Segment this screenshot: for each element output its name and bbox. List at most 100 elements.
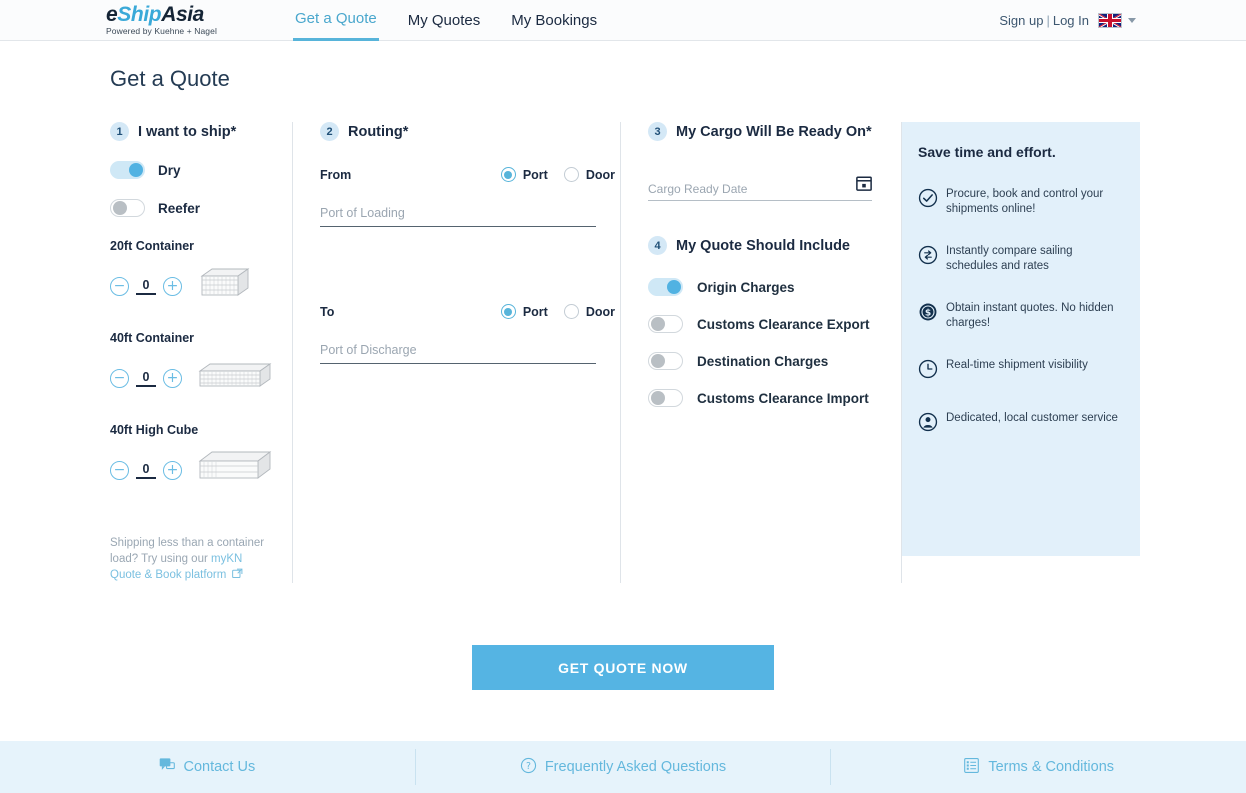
svg-text:$: $: [925, 309, 931, 319]
from-radio-group: Port Door: [500, 167, 615, 182]
nav-get-a-quote[interactable]: Get a Quote: [293, 0, 379, 41]
from-port-radio[interactable]: [500, 167, 516, 182]
check-circle-icon: [918, 188, 938, 213]
footer-link-faq[interactable]: ? Frequently Asked Questions: [416, 749, 831, 785]
from-door-option[interactable]: Door: [563, 167, 615, 182]
to-port-radio[interactable]: [500, 304, 516, 319]
benefits-title: Save time and effort.: [918, 144, 1056, 160]
step4-number: 4: [648, 236, 667, 255]
from-door-radio[interactable]: [563, 167, 579, 182]
toggle-dry[interactable]: [110, 161, 145, 179]
from-port-label: Port: [522, 167, 548, 182]
port-of-loading-input[interactable]: Port of Loading: [320, 204, 596, 227]
logo-suffix: Asia: [161, 2, 204, 26]
quantity-40ft-hc-input[interactable]: 0: [136, 462, 156, 479]
brand-logo[interactable]: eShipAsia Powered by Kuehne + Nagel: [106, 2, 286, 36]
sign-up-link[interactable]: Sign up: [999, 13, 1043, 28]
decrement-20ft-button[interactable]: −: [110, 276, 129, 296]
to-door-label: Door: [585, 304, 615, 319]
page-footer: Contact Us ? Frequently Asked Questions: [0, 741, 1246, 793]
footer-link-label: Frequently Asked Questions: [544, 759, 727, 775]
section-routing: 2 Routing* From Port Door Port of Loadin…: [293, 122, 621, 583]
question-circle-icon: ?: [520, 757, 537, 778]
log-in-link[interactable]: Log In: [1053, 13, 1089, 28]
port-of-loading-placeholder: Port of Loading: [320, 206, 405, 220]
nav-my-bookings[interactable]: My Bookings: [509, 0, 599, 41]
page-title: Get a Quote: [110, 66, 230, 91]
toggle-row-customs-clearance-import[interactable]: Customs Clearance Import: [648, 389, 901, 407]
uk-flag-icon[interactable]: [1098, 13, 1122, 28]
stepper-40ft: − 0 +: [110, 368, 182, 388]
stepper-20ft: − 0 +: [110, 276, 182, 296]
dollar-circle-icon: $: [918, 302, 938, 327]
external-link-icon: [226, 568, 242, 581]
container-40ft-icon: [196, 356, 274, 401]
header-account-area: Sign up | Log In: [999, 0, 1136, 41]
top-header: eShipAsia Powered by Kuehne + Nagel Get …: [0, 0, 1246, 41]
port-of-discharge-input[interactable]: Port of Discharge: [320, 341, 596, 364]
quote-include-toggles: Origin Charges Customs Clearance Export …: [648, 278, 901, 407]
quantity-20ft-input[interactable]: 0: [136, 278, 156, 295]
container-block-40ft: 40ft Container − 0 +: [110, 331, 274, 401]
nav-my-quotes[interactable]: My Quotes: [406, 0, 483, 41]
lcl-note: Shipping less than a container load? Try…: [110, 535, 270, 583]
from-label: From: [320, 167, 352, 182]
toggle-reefer-label: Reefer: [158, 200, 201, 216]
auth-separator: |: [1046, 13, 1050, 28]
toggle-customs-clearance-export[interactable]: [648, 315, 683, 333]
increment-20ft-button[interactable]: +: [163, 276, 182, 296]
step4-header: 4 My Quote Should Include: [648, 236, 901, 255]
toggle-customs-clearance-export-label: Customs Clearance Export: [697, 316, 870, 332]
logo-wordmark: eShipAsia: [106, 2, 286, 26]
decrement-40ft-button[interactable]: −: [110, 368, 129, 388]
document-list-icon: [963, 757, 980, 778]
benefit-item: Procure, book and control your shipments…: [918, 187, 1122, 217]
benefit-item: Real-time shipment visibility: [918, 358, 1122, 384]
container-40ft-label: 40ft Container: [110, 331, 195, 345]
toggle-customs-clearance-import[interactable]: [648, 389, 683, 407]
toggle-row-destination-charges[interactable]: Destination Charges: [648, 352, 901, 370]
toggle-row-origin-charges[interactable]: Origin Charges: [648, 278, 901, 296]
increment-40ft-hc-button[interactable]: +: [163, 460, 182, 480]
toggle-destination-charges[interactable]: [648, 352, 683, 370]
to-door-radio[interactable]: [563, 304, 579, 319]
to-label: To: [320, 304, 335, 319]
get-quote-now-button[interactable]: GET QUOTE NOW: [472, 645, 774, 690]
page-body: Get a Quote RESET ALL FIELDS 1 I want to…: [0, 66, 1246, 690]
step1-header: 1 I want to ship*: [110, 122, 274, 141]
toggle-origin-charges[interactable]: [648, 278, 683, 296]
footer-link-label: Terms & Conditions: [988, 759, 1115, 775]
toggle-origin-charges-label: Origin Charges: [697, 279, 795, 295]
footer-link-contact-us[interactable]: Contact Us: [0, 749, 415, 785]
to-door-option[interactable]: Door: [563, 304, 615, 319]
decrement-40ft-hc-button[interactable]: −: [110, 460, 129, 480]
toggle-row-reefer[interactable]: Reefer: [110, 199, 274, 217]
step1-title: I want to ship*: [138, 123, 237, 140]
toggle-customs-clearance-import-label: Customs Clearance Import: [697, 390, 869, 406]
step1-number: 1: [110, 122, 129, 141]
person-icon: [918, 412, 938, 437]
cta-container: GET QUOTE NOW: [0, 645, 1246, 690]
to-port-option[interactable]: Port: [500, 304, 548, 319]
calendar-icon[interactable]: [856, 175, 872, 196]
step2-title: Routing*: [348, 123, 409, 140]
footer-link-terms[interactable]: Terms & Conditions: [831, 749, 1246, 785]
step4-section: 4 My Quote Should Include Origin Charges…: [648, 236, 901, 407]
toggle-row-customs-clearance-export[interactable]: Customs Clearance Export: [648, 315, 901, 333]
step4-title: My Quote Should Include: [676, 237, 850, 254]
toggle-reefer[interactable]: [110, 199, 145, 217]
quote-form-columns: 1 I want to ship* Dry Reefer 20ft Contai…: [110, 122, 1140, 583]
to-port-label: Port: [522, 304, 548, 319]
benefit-item: Dedicated, local customer service: [918, 411, 1122, 437]
benefit-text: Dedicated, local customer service: [946, 412, 1118, 424]
benefit-text: Obtain instant quotes. No hidden charges…: [946, 302, 1114, 329]
chevron-down-icon[interactable]: [1128, 18, 1136, 23]
quantity-40ft-input[interactable]: 0: [136, 370, 156, 387]
increment-40ft-button[interactable]: +: [163, 368, 182, 388]
compare-arrows-icon: [918, 245, 938, 270]
from-port-option[interactable]: Port: [500, 167, 548, 182]
toggle-row-dry[interactable]: Dry: [110, 161, 274, 179]
step3-title: My Cargo Will Be Ready On*: [676, 123, 872, 140]
cargo-ready-date-input[interactable]: Cargo Ready Date: [648, 175, 872, 201]
container-40ft-hc-icon: [196, 447, 274, 494]
